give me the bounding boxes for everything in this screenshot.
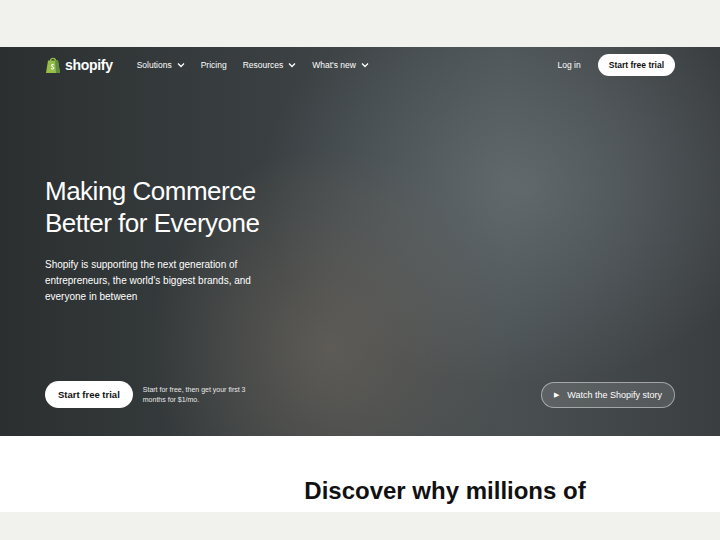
hero-title: Making CommerceBetter for Everyone [45,175,675,239]
play-icon: ▶ [554,391,559,399]
page: shopify Solutions Pricing Resources What… [0,0,720,540]
hero-actions: Start free trial Start for free, then ge… [45,381,675,408]
section-heading: Discover why millions of [304,476,585,506]
hero: shopify Solutions Pricing Resources What… [0,47,720,436]
nav-menu: Solutions Pricing Resources What's new [137,60,369,70]
offer-text: Start for free, then get your first 3 mo… [143,385,248,405]
watch-video-button[interactable]: ▶ Watch the Shopify story [541,382,675,408]
chevron-down-icon [361,62,369,68]
hero-copy: Making CommerceBetter for Everyone Shopi… [45,175,675,305]
bottom-band [0,512,720,540]
logo[interactable]: shopify [45,56,113,74]
next-section: Discover why millions of [0,436,720,512]
nav-item[interactable]: What's new [312,60,369,70]
nav-trial-button[interactable]: Start free trial [598,54,675,76]
hero-subtitle: Shopify is supporting the next generatio… [45,257,280,305]
nav-item[interactable]: Solutions [137,60,185,70]
login-link[interactable]: Log in [558,60,581,70]
chevron-down-icon [288,62,296,68]
nav-item[interactable]: Pricing [201,60,227,70]
shopping-bag-icon [45,56,61,74]
nav-bar: shopify Solutions Pricing Resources What… [45,47,675,83]
hero-trial-button[interactable]: Start free trial [45,381,133,408]
top-band [0,0,720,47]
chevron-down-icon [177,62,185,68]
nav-item[interactable]: Resources [243,60,297,70]
